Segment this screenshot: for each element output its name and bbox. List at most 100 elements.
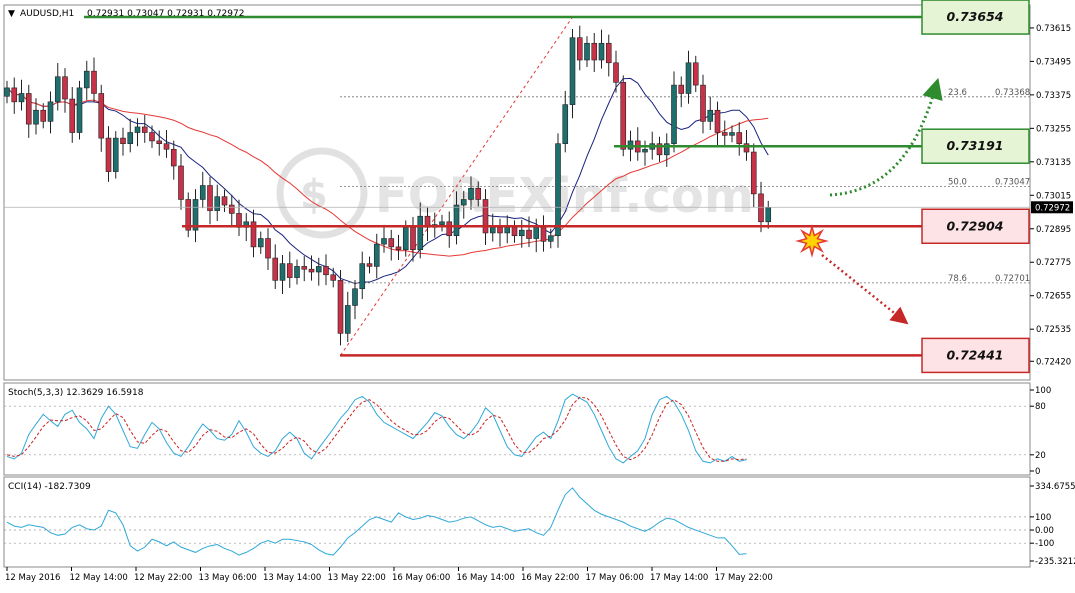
candle[interactable] <box>54 76 61 103</box>
candle[interactable] <box>221 196 228 206</box>
candle[interactable] <box>373 243 380 267</box>
candle[interactable] <box>591 42 598 61</box>
candle[interactable] <box>511 227 518 237</box>
candle[interactable] <box>62 76 68 100</box>
candle[interactable] <box>598 42 605 61</box>
candle[interactable] <box>323 266 329 276</box>
candle[interactable] <box>359 263 366 290</box>
candle[interactable] <box>330 274 337 281</box>
candle[interactable] <box>47 101 54 122</box>
candle[interactable] <box>439 221 445 225</box>
candle[interactable] <box>381 238 387 245</box>
trading-chart[interactable]: $ FOREXinf.com 0.736150.734950.733750.73… <box>0 0 1075 589</box>
stoch-pane[interactable] <box>3 382 1031 476</box>
candle[interactable] <box>388 238 395 248</box>
candle[interactable] <box>207 185 213 211</box>
candle[interactable] <box>569 37 576 105</box>
candle[interactable] <box>504 227 511 234</box>
candle[interactable] <box>497 227 503 234</box>
candle[interactable] <box>540 227 547 242</box>
candle[interactable] <box>134 126 141 133</box>
candle[interactable] <box>489 227 496 234</box>
candle[interactable] <box>127 132 134 144</box>
candle[interactable] <box>25 93 32 125</box>
candle[interactable] <box>265 238 271 259</box>
candle[interactable] <box>272 257 279 281</box>
candle[interactable] <box>91 70 97 94</box>
candle[interactable] <box>170 148 177 167</box>
candle[interactable] <box>199 185 206 200</box>
candle[interactable] <box>18 93 25 103</box>
candle[interactable] <box>337 280 344 334</box>
candle[interactable] <box>685 62 692 94</box>
candle[interactable] <box>475 188 482 200</box>
candle[interactable] <box>228 204 235 214</box>
candle[interactable] <box>562 104 569 144</box>
candle[interactable] <box>279 263 286 281</box>
candle[interactable] <box>605 42 612 64</box>
candle[interactable] <box>526 229 532 239</box>
candle[interactable] <box>301 266 308 270</box>
candle[interactable] <box>533 227 540 239</box>
candle[interactable] <box>613 62 619 83</box>
candle[interactable] <box>149 132 155 142</box>
candle[interactable] <box>417 215 424 250</box>
candle[interactable] <box>765 207 772 223</box>
candle[interactable] <box>105 137 112 172</box>
candle[interactable] <box>729 132 735 136</box>
price-level-label: 0.73191 <box>947 138 1004 153</box>
candle[interactable] <box>178 165 184 200</box>
candle[interactable] <box>257 238 264 248</box>
menu-triangle-icon[interactable]: ▼ <box>8 9 15 19</box>
candle[interactable] <box>163 143 170 150</box>
candle[interactable] <box>120 137 126 144</box>
candle[interactable] <box>76 87 83 133</box>
candle[interactable] <box>758 193 764 223</box>
cci-pane[interactable] <box>3 476 1031 568</box>
candle[interactable] <box>11 87 18 103</box>
candle[interactable] <box>678 84 685 94</box>
candle[interactable] <box>446 221 453 237</box>
candle[interactable] <box>4 87 10 97</box>
candle[interactable] <box>620 82 627 150</box>
candle[interactable] <box>395 246 402 250</box>
candle[interactable] <box>721 132 728 136</box>
candle[interactable] <box>352 288 358 306</box>
candle[interactable] <box>410 227 416 250</box>
candle[interactable] <box>736 132 743 144</box>
candle[interactable] <box>555 143 561 237</box>
candle[interactable] <box>671 84 677 144</box>
candle[interactable] <box>112 137 119 172</box>
candle[interactable] <box>98 93 105 139</box>
candle[interactable] <box>286 263 293 278</box>
candle[interactable] <box>460 199 467 206</box>
candle[interactable] <box>83 70 90 89</box>
candle[interactable] <box>518 229 525 237</box>
candle[interactable] <box>482 199 489 234</box>
candle[interactable] <box>308 268 315 273</box>
candle[interactable] <box>707 109 714 122</box>
candle[interactable] <box>584 42 590 61</box>
candle[interactable] <box>315 266 322 273</box>
candle[interactable] <box>743 143 750 153</box>
candle[interactable] <box>294 266 300 278</box>
candle[interactable] <box>214 196 221 211</box>
candle[interactable] <box>547 235 554 242</box>
x-tick-label: 16 May 06:00 <box>392 573 450 583</box>
candle[interactable] <box>141 126 148 133</box>
candle[interactable] <box>468 188 474 200</box>
candle[interactable] <box>69 98 76 133</box>
candle[interactable] <box>366 263 373 267</box>
candle[interactable] <box>750 151 757 195</box>
candle[interactable] <box>40 109 47 122</box>
candle[interactable] <box>700 84 706 122</box>
candle[interactable] <box>642 148 648 153</box>
candle[interactable] <box>33 109 39 125</box>
candle[interactable] <box>714 109 721 133</box>
candle[interactable] <box>576 37 583 61</box>
candle[interactable] <box>402 227 409 250</box>
candle[interactable] <box>453 204 460 237</box>
candle[interactable] <box>344 305 351 334</box>
candle[interactable] <box>156 140 163 144</box>
candle[interactable] <box>692 62 699 86</box>
